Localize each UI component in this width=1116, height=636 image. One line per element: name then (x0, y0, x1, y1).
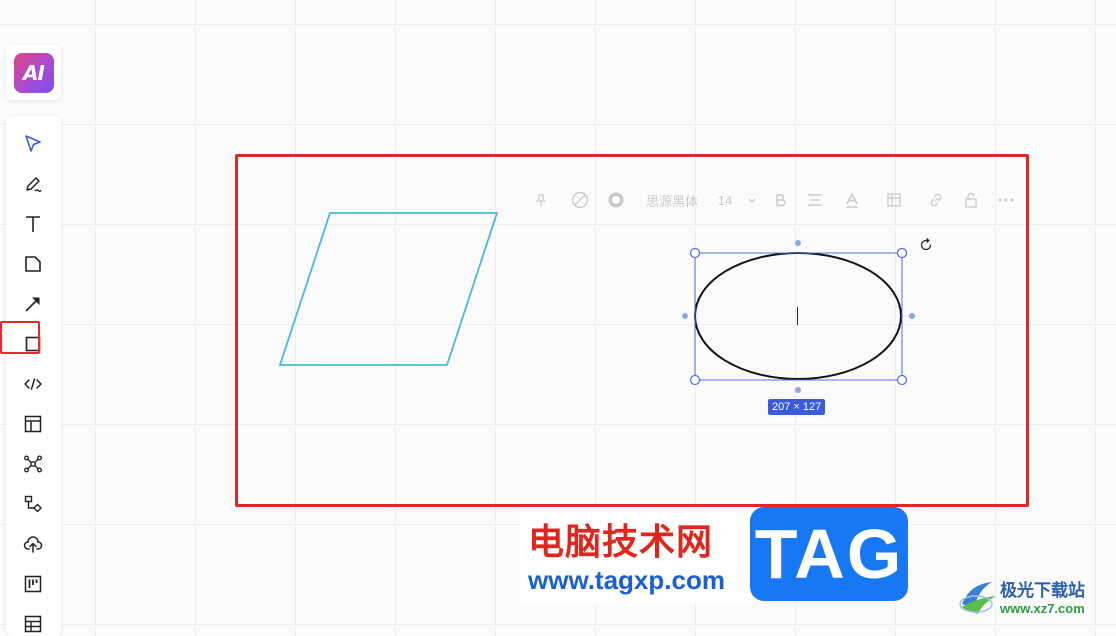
watermark-tag-logo: TAG (750, 507, 908, 601)
site-logo: 极光下载站 www.xz7.com (956, 572, 1116, 622)
site-logo-name: 极光下载站 (1000, 581, 1085, 601)
watermark-banner: 电脑技术网 www.tagxp.com TAG (520, 507, 910, 603)
annotation-highlight-box (235, 154, 1029, 507)
aurora-logo-icon (959, 582, 996, 614)
watermark-url: www.tagxp.com (528, 565, 725, 595)
watermark-cn-text: 电脑技术网 (528, 522, 714, 563)
site-logo-url: www.xz7.com (1000, 601, 1085, 616)
